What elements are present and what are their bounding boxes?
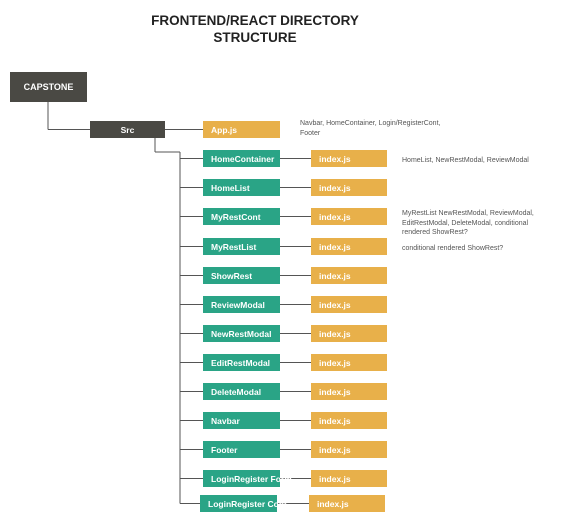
component-label: EditRestModal xyxy=(211,357,271,368)
component-label: LoginRegister Cont xyxy=(208,498,287,509)
component-label: MyRestList xyxy=(211,241,257,252)
component-navbar: Navbar xyxy=(203,412,280,429)
component-homecontainer: HomeContainer xyxy=(203,150,280,167)
component-showrest: ShowRest xyxy=(203,267,280,284)
component-reviewmodal: ReviewModal xyxy=(203,296,280,313)
index-js-label: index.js xyxy=(319,270,351,281)
index-js-homelist: index.js xyxy=(311,179,387,196)
component-label: Navbar xyxy=(211,415,240,426)
capstone-label: CAPSTONE xyxy=(23,82,74,92)
app-js-label: App.js xyxy=(211,124,237,135)
src-label: Src xyxy=(120,124,135,135)
index-js-loginregister-cont: index.js xyxy=(309,495,385,512)
index-js-label: index.js xyxy=(319,386,351,397)
component-homelist: HomeList xyxy=(203,179,280,196)
component-editrestmodal: EditRestModal xyxy=(203,354,280,371)
component-loginregister-form: LoginRegister Form xyxy=(203,470,292,487)
index-js-label: index.js xyxy=(319,241,351,252)
index-js-myrestlist: index.js xyxy=(311,238,387,255)
index-js-deletemodal: index.js xyxy=(311,383,387,400)
component-label: HomeList xyxy=(211,182,250,193)
app-js-note: Navbar, HomeContainer, Login/RegisterCon… xyxy=(300,120,441,137)
component-loginregister-cont: LoginRegister Cont xyxy=(200,495,287,512)
index-js-label: index.js xyxy=(319,328,351,339)
component-footer: Footer xyxy=(203,441,280,458)
component-label: MyRestCont xyxy=(211,211,261,222)
component-myrestlist: MyRestList xyxy=(203,238,280,255)
component-note-myrestcont: MyRestList NewRestModal, ReviewModal, Ed… xyxy=(402,210,534,236)
index-js-editrestmodal: index.js xyxy=(311,354,387,371)
component-myrestcont: MyRestCont xyxy=(203,208,280,225)
app-js-node: App.js xyxy=(203,121,280,138)
component-label: Footer xyxy=(211,444,238,455)
index-js-navbar: index.js xyxy=(311,412,387,429)
component-deletemodal: DeleteModal xyxy=(203,383,280,400)
index-js-label: index.js xyxy=(319,182,351,193)
index-js-label: index.js xyxy=(319,473,351,484)
index-js-label: index.js xyxy=(319,299,351,310)
index-js-footer: index.js xyxy=(311,441,387,458)
index-js-showrest: index.js xyxy=(311,267,387,284)
component-newrestmodal: NewRestModal xyxy=(203,325,280,342)
component-note-myrestlist: conditional rendered ShowRest? xyxy=(402,245,504,252)
component-label: ReviewModal xyxy=(211,299,265,310)
index-js-homecontainer: index.js xyxy=(311,150,387,167)
index-js-reviewmodal: index.js xyxy=(311,296,387,313)
index-js-newrestmodal: index.js xyxy=(311,325,387,342)
capstone-root-node: CAPSTONE xyxy=(10,72,87,102)
index-js-label: index.js xyxy=(319,153,351,164)
src-folder-node: Src xyxy=(90,121,165,138)
index-js-label: index.js xyxy=(319,415,351,426)
index-js-label: index.js xyxy=(319,357,351,368)
component-label: HomeContainer xyxy=(211,153,275,164)
component-label: DeleteModal xyxy=(211,386,262,397)
index-js-label: index.js xyxy=(319,444,351,455)
component-label: LoginRegister Form xyxy=(211,473,292,484)
component-label: ShowRest xyxy=(211,270,253,281)
index-js-loginregister-form: index.js xyxy=(311,470,387,487)
index-js-label: index.js xyxy=(319,211,351,222)
component-note-homecontainer: HomeList, NewRestModal, ReviewModal xyxy=(402,157,529,164)
index-js-label: index.js xyxy=(317,498,349,509)
index-js-myrestcont: index.js xyxy=(311,208,387,225)
component-label: NewRestModal xyxy=(211,328,272,339)
